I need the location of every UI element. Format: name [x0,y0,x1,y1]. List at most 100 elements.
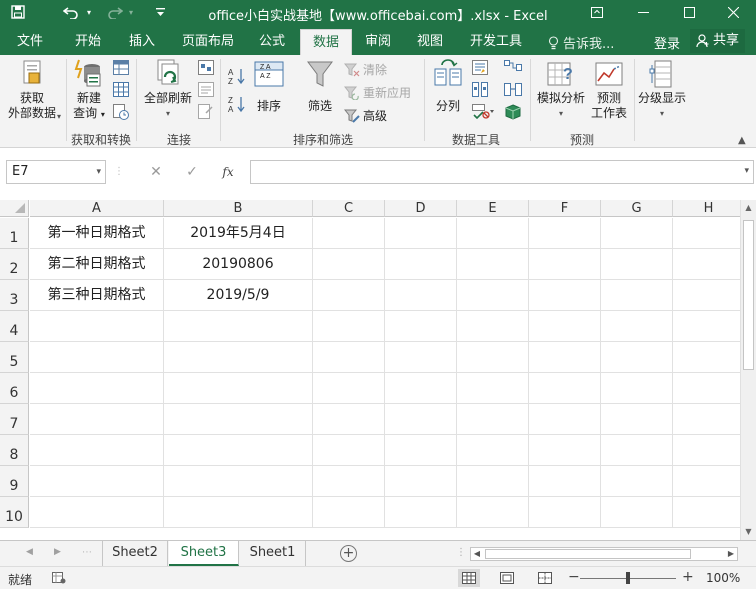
redo-icon[interactable] [104,2,126,22]
outline-button[interactable]: 分级显示 ▾ [636,59,688,121]
row-header-3[interactable]: 3 [0,280,29,311]
cell-a1[interactable]: 第一种日期格式 [30,218,164,249]
cell-h9[interactable] [673,466,740,497]
close-icon[interactable] [710,0,756,25]
cell-f9[interactable] [529,466,601,497]
cell-e10[interactable] [457,497,529,528]
column-header-d[interactable]: D [385,200,457,217]
normal-view-icon[interactable] [458,569,480,587]
macro-record-icon[interactable] [48,569,70,587]
cell-e8[interactable] [457,435,529,466]
cell-e9[interactable] [457,466,529,497]
cell-c5[interactable] [313,342,385,373]
zoom-out-icon[interactable]: − [568,569,580,585]
sheet-tab-sheet2[interactable]: Sheet2 [102,541,168,566]
cell-a2[interactable]: 第二种日期格式 [30,249,164,280]
outline-dropdown-icon[interactable]: ▾ [636,106,688,121]
row-header-2[interactable]: 2 [0,249,29,280]
row-header-8[interactable]: 8 [0,435,29,466]
cell-a3[interactable]: 第三种日期格式 [30,280,164,311]
cell-g9[interactable] [601,466,673,497]
cell-e2[interactable] [457,249,529,280]
zoom-in-icon[interactable]: + [682,569,694,585]
cell-a9[interactable] [30,466,164,497]
row-header-6[interactable]: 6 [0,373,29,404]
tab-home[interactable]: 开始 [64,29,112,55]
confirm-entry-icon[interactable]: ✓ [178,160,206,184]
cell-g5[interactable] [601,342,673,373]
name-box-dropdown-icon[interactable]: ▾ [96,161,101,183]
cell-a5[interactable] [30,342,164,373]
cell-g3[interactable] [601,280,673,311]
formula-input[interactable]: ▾ [250,160,754,184]
scroll-right-icon[interactable]: ▶ [725,547,737,561]
row-header-1[interactable]: 1 [0,218,29,249]
cell-h10[interactable] [673,497,740,528]
column-header-e[interactable]: E [457,200,529,217]
save-icon[interactable] [8,2,28,22]
worksheet-grid[interactable]: ABCDEFGH 1 2 3 4 5 6 7 8 9 10 第一种日期格式 2019年5月4日 第二种… [0,200,740,540]
remove-duplicates-icon[interactable] [472,82,488,100]
cell-b3[interactable]: 2019/5/9 [164,280,313,311]
cell-g8[interactable] [601,435,673,466]
row-header-7[interactable]: 7 [0,404,29,435]
cell-e7[interactable] [457,404,529,435]
row-header-4[interactable]: 4 [0,311,29,342]
cell-d2[interactable] [385,249,457,280]
cell-f8[interactable] [529,435,601,466]
horizontal-scrollbar[interactable]: ◀ ▶ [470,547,738,561]
properties-icon[interactable] [198,82,214,100]
name-box[interactable]: E7 ▾ [6,160,106,184]
cell-c2[interactable] [313,249,385,280]
sheet-tab-sheet1[interactable]: Sheet1 [240,541,306,566]
new-query-button[interactable]: 新建 查询 ▾ [68,59,110,122]
row-header-9[interactable]: 9 [0,466,29,497]
cell-f6[interactable] [529,373,601,404]
get-external-data-button[interactable]: 获取 外部数据 [2,59,62,121]
cell-c9[interactable] [313,466,385,497]
connections-icon[interactable] [198,60,214,78]
tab-formulas[interactable]: 公式 [250,29,294,55]
cell-c3[interactable] [313,280,385,311]
scroll-up-icon[interactable]: ▲ [741,200,756,216]
ribbon-display-icon[interactable] [574,0,620,25]
cell-g7[interactable] [601,404,673,435]
refresh-all-button[interactable]: 全部刷新 ▾ [140,59,196,121]
cell-b10[interactable] [164,497,313,528]
cell-h1[interactable] [673,218,740,249]
cell-c6[interactable] [313,373,385,404]
cell-h6[interactable] [673,373,740,404]
redo-dropdown-icon[interactable]: ▾ [126,2,136,22]
horizontal-scroll-thumb[interactable] [485,549,691,559]
cell-h8[interactable] [673,435,740,466]
scroll-down-icon[interactable]: ▼ [741,524,756,540]
row-header-10[interactable]: 10 [0,497,29,528]
text-to-columns-button[interactable]: 分列 [428,59,468,114]
cell-f2[interactable] [529,249,601,280]
get-external-dropdown-icon[interactable]: ▾ [57,112,61,121]
cell-h4[interactable] [673,311,740,342]
clear-filter-button[interactable]: 清除 [344,61,387,78]
tab-view[interactable]: 视图 [408,29,452,55]
cell-a7[interactable] [30,404,164,435]
select-all-button[interactable] [0,200,29,217]
column-header-f[interactable]: F [529,200,601,217]
what-if-dropdown-icon[interactable]: ▾ [534,106,588,121]
column-header-a[interactable]: A [30,200,164,217]
cell-h5[interactable] [673,342,740,373]
filter-button[interactable]: 筛选 [300,59,340,114]
cell-a10[interactable] [30,497,164,528]
edit-links-icon[interactable] [198,104,214,122]
cell-g1[interactable] [601,218,673,249]
undo-dropdown-icon[interactable]: ▾ [84,2,94,22]
consolidate-icon[interactable] [504,60,522,78]
forecast-sheet-button[interactable]: 预测 工作表 [588,59,630,121]
cell-b4[interactable] [164,311,313,342]
sort-ascending-icon[interactable]: AZ [228,67,246,88]
refresh-dropdown-icon[interactable]: ▾ [140,106,196,121]
scroll-left-icon[interactable]: ◀ [471,547,483,561]
cell-c10[interactable] [313,497,385,528]
cell-e3[interactable] [457,280,529,311]
reapply-button[interactable]: 重新应用 [344,84,411,101]
cell-g4[interactable] [601,311,673,342]
